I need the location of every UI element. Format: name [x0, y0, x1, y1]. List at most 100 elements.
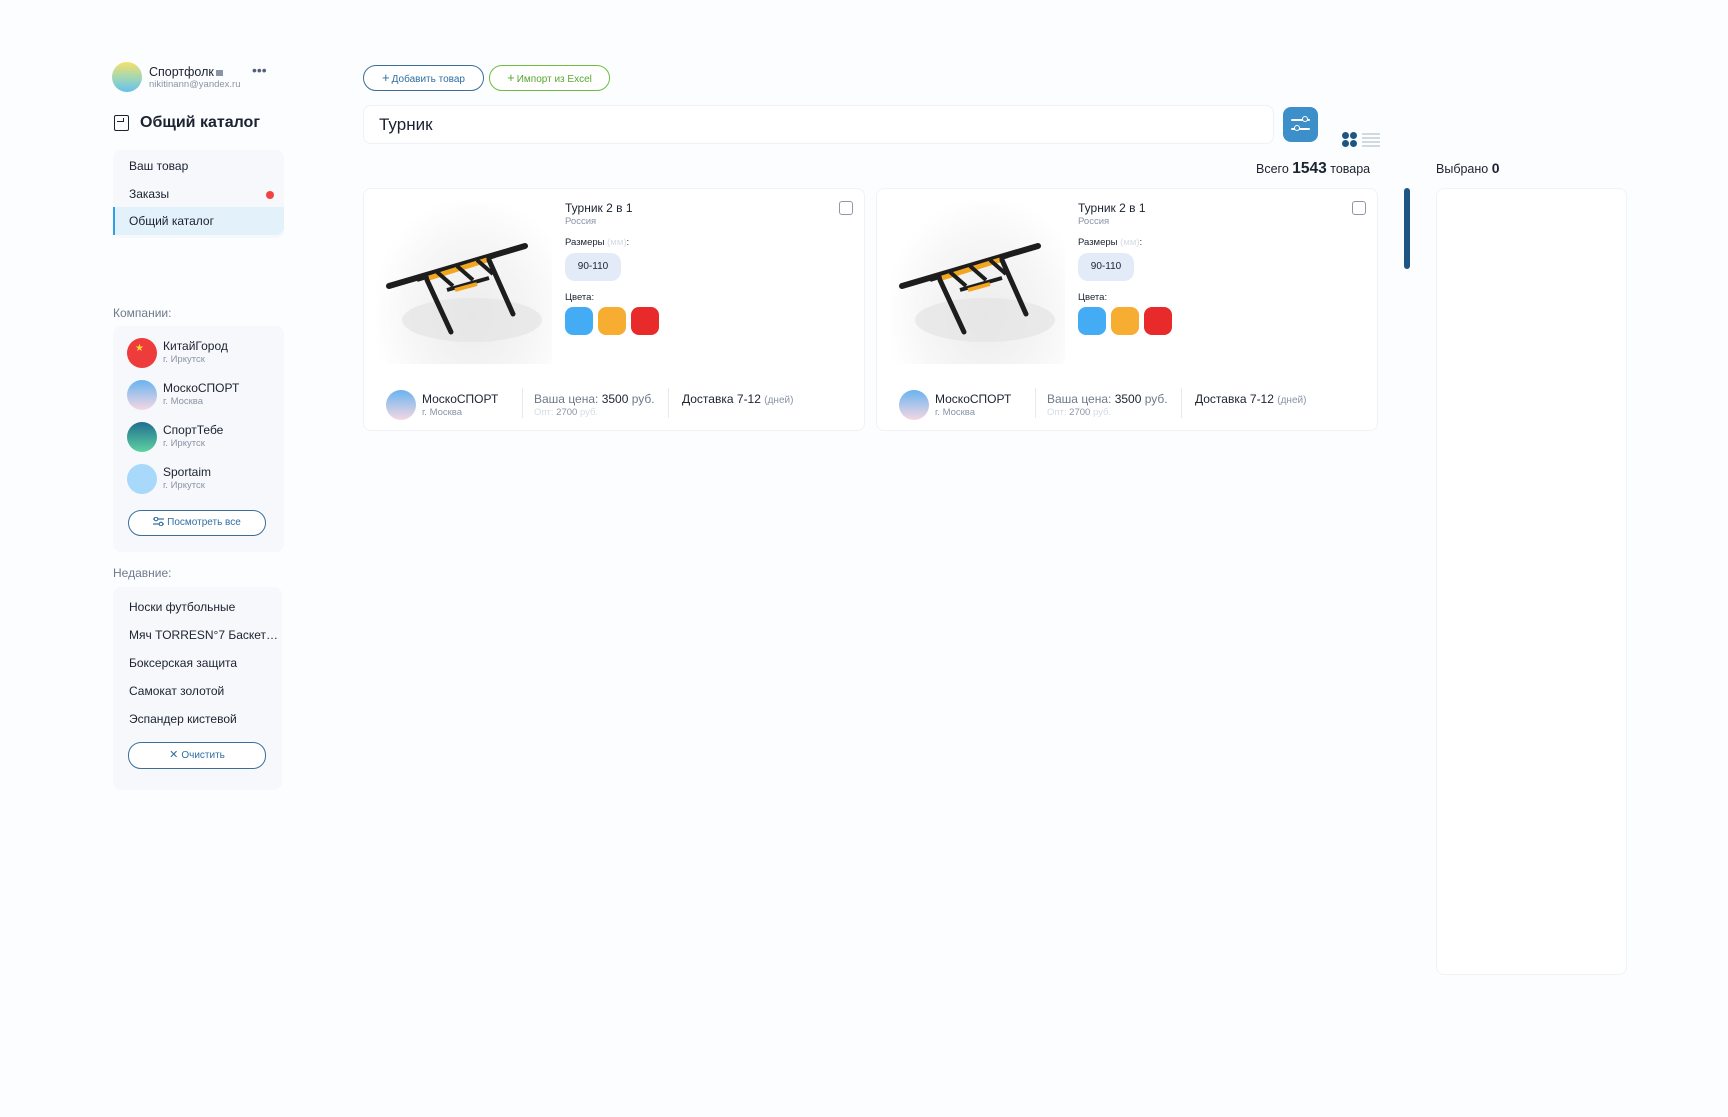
size-chip[interactable]: 90-110	[565, 253, 621, 281]
notification-dot	[266, 191, 274, 199]
plus-icon: +	[382, 70, 390, 85]
company-logo	[127, 464, 157, 494]
price-currency: руб.	[1144, 392, 1168, 406]
flag-icon	[215, 69, 223, 76]
color-swatch[interactable]	[1078, 307, 1106, 335]
opt-price: Опт: 2700 руб.	[534, 407, 598, 418]
filter-button[interactable]	[1283, 107, 1318, 142]
price: Ваша цена: 3500 руб.	[1047, 392, 1168, 406]
seller-name[interactable]: МоскоСПОРТ	[422, 392, 498, 406]
divider	[522, 388, 523, 418]
sizes-unit: (мм)	[1120, 237, 1140, 248]
grid-view-icon[interactable]	[1342, 132, 1358, 148]
list-view-icon[interactable]	[1362, 132, 1380, 148]
company-item[interactable]: СпортТебе г. Иркутск	[127, 420, 277, 454]
company-item[interactable]: КитайГород г. Иркутск	[127, 336, 277, 370]
product-card[interactable]: Турник 2 в 1 Россия Размеры (мм): 90-110…	[876, 188, 1378, 431]
company-city: г. Москва	[163, 396, 204, 407]
selected-count: Выбрано 0	[1436, 160, 1500, 176]
recent-item[interactable]: Самокат золотой	[129, 684, 279, 698]
company-city: г. Иркутск	[163, 438, 205, 449]
opt-value: 2700	[556, 407, 578, 418]
sizes-label: Размеры (мм):	[565, 237, 630, 248]
page-title-text: Общий каталог	[140, 114, 260, 131]
clear-label: Очистить	[181, 750, 225, 761]
company-city: г. Иркутск	[163, 354, 205, 365]
selected-items-panel	[1436, 188, 1627, 975]
product-title: Турник 2 в 1	[565, 201, 633, 215]
plus-icon: +	[507, 70, 515, 85]
search-input[interactable]	[364, 106, 1273, 143]
sidebar-item-general-catalog[interactable]: Общий каталог	[113, 207, 284, 235]
company-item[interactable]: МоскоСПОРТ г. Москва	[127, 378, 277, 412]
scrollbar[interactable]	[1404, 188, 1410, 269]
view-all-label: Посмотреть все	[167, 517, 241, 528]
color-swatch[interactable]	[598, 307, 626, 335]
sidebar-item-label: Заказы	[129, 187, 170, 201]
product-image	[377, 202, 552, 364]
seller-city: г. Москва	[935, 407, 976, 418]
user-name: Спортфолк	[149, 65, 214, 79]
company-item[interactable]: Sportaim г. Иркутск	[127, 462, 277, 496]
price-label: Ваша цена:	[534, 392, 599, 406]
select-checkbox[interactable]	[839, 201, 853, 215]
folder-icon	[114, 115, 129, 131]
search-box[interactable]	[363, 105, 1274, 144]
price-currency: руб.	[631, 392, 655, 406]
recent-item[interactable]: Носки футбольные	[129, 600, 279, 614]
company-city: г. Иркутск	[163, 480, 205, 491]
total-suffix: товара	[1330, 162, 1371, 176]
sidebar-item-orders[interactable]: Заказы	[113, 180, 284, 208]
clear-button[interactable]: ✕ Очистить	[128, 742, 266, 769]
opt-value: 2700	[1069, 407, 1091, 418]
sizes-label-text: Размеры	[1078, 237, 1118, 248]
product-title: Турник 2 в 1	[1078, 201, 1146, 215]
opt-currency: руб.	[1092, 407, 1112, 418]
user-profile[interactable]: Спортфолк nikitinann@yandex.ru •••	[112, 62, 272, 94]
opt-label: Опт:	[1047, 407, 1067, 418]
recent-item[interactable]: Эспандер кистевой	[129, 712, 279, 726]
companies-panel: КитайГород г. Иркутск МоскоСПОРТ г. Моск…	[113, 326, 284, 552]
seller-logo	[899, 390, 929, 420]
add-product-label: Добавить товар	[391, 74, 465, 85]
recent-item[interactable]: Мяч TORRESN°7 Баскетбольный	[129, 628, 279, 642]
price-label: Ваша цена:	[1047, 392, 1112, 406]
color-swatch[interactable]	[1111, 307, 1139, 335]
recent-item[interactable]: Боксерская защита	[129, 656, 279, 670]
size-chip[interactable]: 90-110	[1078, 253, 1134, 281]
colors-label: Цвета:	[565, 292, 595, 303]
seller-name[interactable]: МоскоСПОРТ	[935, 392, 1011, 406]
pullup-bar-image	[386, 243, 542, 342]
divider	[1035, 388, 1036, 418]
selected-number: 0	[1491, 160, 1500, 176]
color-swatch[interactable]	[565, 307, 593, 335]
delivery-days: 7-12	[1249, 392, 1274, 406]
seller-city: г. Москва	[422, 407, 463, 418]
pullup-bar-image	[899, 243, 1055, 342]
price-value: 3500	[601, 392, 629, 406]
sidebar-item-your-goods[interactable]: Ваш товар	[113, 152, 284, 180]
view-all-button[interactable]: Посмотреть все	[128, 510, 266, 536]
select-checkbox[interactable]	[1352, 201, 1366, 215]
sizes-unit: (мм)	[607, 237, 627, 248]
product-country: Россия	[565, 216, 597, 227]
company-name: МоскоСПОРТ	[163, 381, 240, 395]
more-icon[interactable]: •••	[252, 62, 267, 78]
divider	[668, 388, 669, 418]
company-name: Sportaim	[163, 465, 212, 479]
company-logo	[127, 338, 157, 368]
sliders-icon	[153, 516, 165, 527]
color-swatch[interactable]	[631, 307, 659, 335]
colors-label: Цвета:	[1078, 292, 1108, 303]
company-logo	[127, 380, 157, 410]
total-count: Всего 1543 товара	[1256, 160, 1370, 178]
color-swatch[interactable]	[1144, 307, 1172, 335]
product-card[interactable]: Турник 2 в 1 Россия Размеры (мм): 90-110…	[363, 188, 865, 431]
price-value: 3500	[1114, 392, 1142, 406]
import-excel-button[interactable]: + Импорт из Excel	[489, 65, 610, 91]
product-image	[890, 202, 1065, 364]
add-product-button[interactable]: + Добавить товар	[363, 65, 484, 91]
recent-panel: Носки футбольные Мяч TORRESN°7 Баскетбол…	[113, 587, 282, 790]
companies-label: Компании:	[113, 306, 172, 320]
opt-currency: руб.	[579, 407, 599, 418]
